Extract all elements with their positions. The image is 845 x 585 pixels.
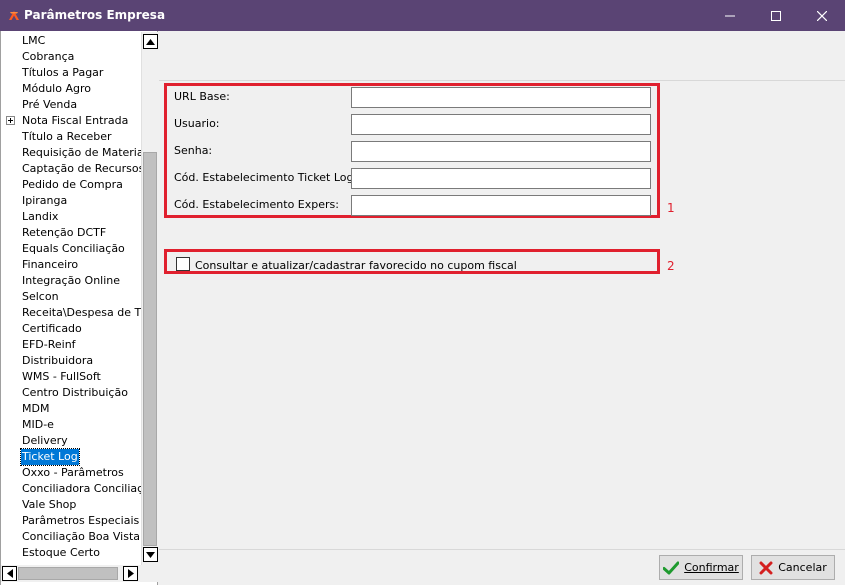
divider — [159, 80, 845, 81]
tree-item[interactable]: MDM — [21, 401, 50, 417]
favorecido-checkbox-label[interactable]: Consultar e atualizar/cadastrar favoreci… — [195, 259, 517, 273]
scroll-down-button[interactable] — [143, 547, 158, 562]
scroll-up-button[interactable] — [143, 34, 158, 49]
tree-item[interactable]: Captação de Recursos — [21, 161, 141, 177]
arrow-down-icon — [146, 551, 155, 558]
tree-item[interactable]: Selcon — [21, 289, 60, 305]
tree-item[interactable]: Conciliadora Conciliação — [21, 481, 141, 497]
cancel-button[interactable]: Cancelar — [751, 555, 835, 580]
minimize-icon — [725, 15, 735, 16]
tree-item[interactable]: Delivery — [21, 433, 69, 449]
senha-input[interactable] — [351, 141, 651, 162]
window-title: Parâmetros Empresa — [24, 8, 166, 22]
tree-item[interactable]: Equals Conciliação — [21, 241, 126, 257]
tree-item[interactable]: Integração Online — [21, 273, 121, 289]
expand-icon[interactable] — [6, 116, 15, 125]
cod-ticket-log-label: Cód. Estabelecimento Ticket Log: — [174, 171, 358, 184]
tree-item[interactable]: Requisição de Materiais — [21, 145, 141, 161]
content-header-area — [159, 31, 845, 81]
cancel-button-label: Cancelar — [778, 561, 827, 574]
tree-item[interactable]: Receita\Despesa de Títul — [21, 305, 141, 321]
tree-item[interactable]: Centro Distribuição — [21, 385, 129, 401]
senha-label: Senha: — [174, 144, 213, 157]
tree-item[interactable]: Cobrança — [21, 49, 75, 65]
footer-divider — [159, 549, 845, 550]
tree-item[interactable]: Parâmetros Especiais — [21, 513, 140, 529]
tree-horizontal-scrollbar[interactable] — [1, 565, 141, 582]
tree-item[interactable]: Vale Shop — [21, 497, 77, 513]
minimize-button[interactable] — [707, 0, 753, 31]
maximize-icon — [771, 10, 781, 21]
vertical-scroll-thumb[interactable] — [143, 152, 157, 546]
tree-item[interactable]: Conciliação Boa Vista — [21, 529, 141, 545]
tree-item[interactable]: Pré Venda — [21, 97, 78, 113]
tree-item[interactable]: Estoque Certo — [21, 545, 101, 561]
scroll-right-button[interactable] — [123, 566, 138, 581]
tree-item[interactable]: Pedido de Compra — [21, 177, 124, 193]
tree-list: LMC Cobrança Títulos a Pagar Módulo Agro Pré… — [1, 31, 141, 564]
usuario-input[interactable] — [351, 114, 651, 135]
tree-vertical-scrollbar[interactable] — [141, 32, 158, 565]
tree-item[interactable]: Módulo Agro — [21, 81, 92, 97]
arrow-up-icon — [146, 38, 155, 45]
annotation-marker-1: 1 — [667, 201, 675, 215]
arrow-right-icon — [127, 569, 134, 578]
close-button[interactable] — [799, 0, 845, 31]
tree-item[interactable]: MID-e — [21, 417, 55, 433]
tree-item[interactable]: Título a Receber — [21, 129, 113, 145]
tree-item[interactable]: Nota Fiscal Entrada — [21, 113, 129, 129]
cod-expers-input[interactable] — [351, 195, 651, 216]
parameters-tree: LMC Cobrança Títulos a Pagar Módulo Agro Pré… — [0, 31, 158, 585]
scroll-left-button[interactable] — [2, 566, 17, 581]
tree-item[interactable]: Ipiranga — [21, 193, 68, 209]
tree-item[interactable]: WMS - FullSoft — [21, 369, 102, 385]
close-icon — [817, 10, 827, 21]
cod-expers-label: Cód. Estabelecimento Expers: — [174, 198, 339, 211]
tree-item[interactable]: Certificado — [21, 321, 83, 337]
tree-item[interactable]: EFD-Reinf — [21, 337, 77, 353]
arrow-left-icon — [6, 569, 13, 578]
cod-ticket-log-input[interactable] — [351, 168, 651, 189]
confirm-button-label: Confirmar — [684, 561, 739, 574]
scrollbar-corner — [141, 565, 158, 582]
title-bar: Parâmetros Empresa — [0, 0, 845, 31]
cancel-x-icon — [759, 561, 773, 574]
annotation-marker-2: 2 — [667, 259, 675, 273]
horizontal-scroll-thumb[interactable] — [18, 567, 118, 580]
tree-item[interactable]: Distribuidora — [21, 353, 94, 369]
tree-item[interactable]: Oxxo - Parâmetros — [21, 465, 125, 481]
tree-item[interactable]: Ticket Log — [20, 448, 80, 466]
app-logo-icon — [9, 11, 19, 20]
maximize-button[interactable] — [753, 0, 799, 31]
tree-item[interactable]: LMC — [21, 33, 46, 49]
tree-item[interactable]: Landix — [21, 209, 59, 225]
check-icon — [663, 561, 680, 574]
confirm-button[interactable]: Confirmar — [659, 555, 743, 580]
tree-item[interactable]: Financeiro — [21, 257, 79, 273]
tree-item[interactable]: Retenção DCTF — [21, 225, 107, 241]
usuario-label: Usuario: — [174, 117, 220, 130]
url-base-input[interactable] — [351, 87, 651, 108]
tree-item[interactable]: Títulos a Pagar — [21, 65, 104, 81]
favorecido-checkbox[interactable] — [176, 257, 190, 271]
url-base-label: URL Base: — [174, 90, 230, 103]
